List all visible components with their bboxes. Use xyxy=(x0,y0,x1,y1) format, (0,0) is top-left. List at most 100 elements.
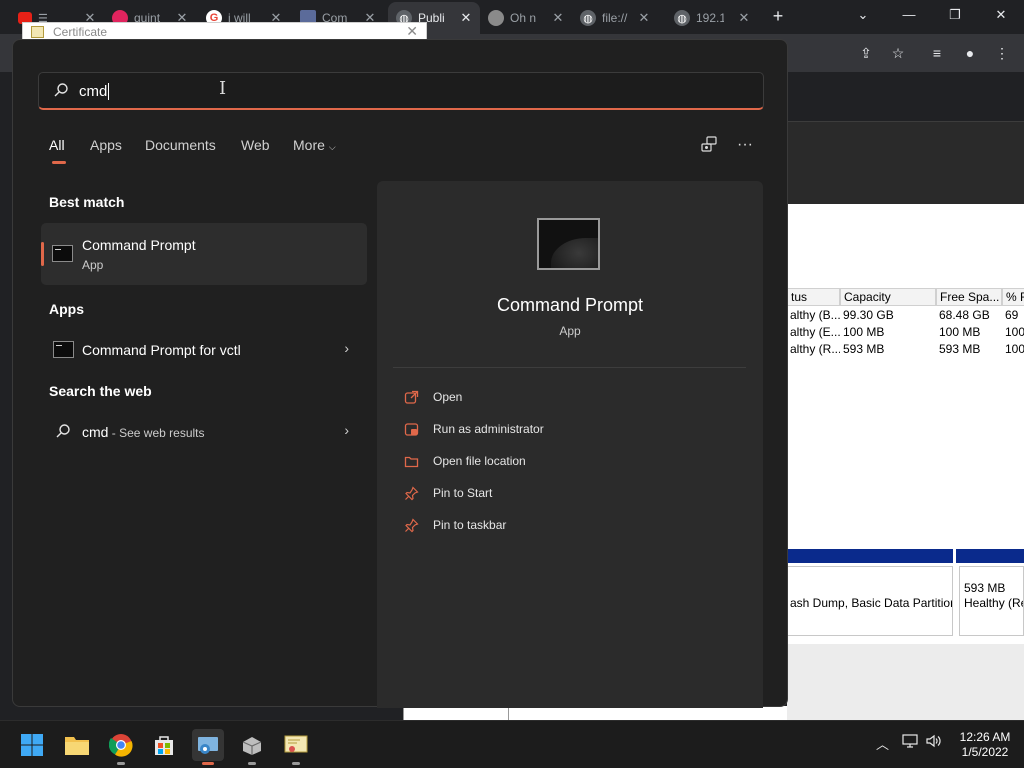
web-result-text: cmd - See web results xyxy=(82,424,205,440)
action-label: Open xyxy=(433,390,463,404)
search-text: cmd xyxy=(79,83,108,100)
kebab-menu-icon[interactable]: ⋮ xyxy=(993,44,1011,62)
restore-icon[interactable]: ❐ xyxy=(940,4,970,26)
preview-pane: Command Prompt App Open Run as administr… xyxy=(377,181,763,708)
start-icon[interactable] xyxy=(16,729,48,761)
command-prompt-icon xyxy=(52,245,73,262)
volume-table-header: tus Capacity Free Spa... % F xyxy=(787,288,1024,306)
volume-icon[interactable] xyxy=(926,734,942,751)
open-external-icon xyxy=(403,389,419,405)
best-match-heading: Best match xyxy=(49,194,125,210)
table-cell: althy (E... xyxy=(790,325,840,339)
chevron-right-icon[interactable]: › xyxy=(344,340,349,356)
vmware-icon[interactable] xyxy=(236,729,268,765)
close-tab-icon[interactable]: ✕ xyxy=(636,10,652,26)
filter-tab-apps[interactable]: Apps xyxy=(90,137,122,153)
close-window-icon[interactable]: ✕ xyxy=(986,4,1016,26)
tab-search-chevron-icon[interactable]: ⌄ xyxy=(848,4,878,26)
shield-admin-icon xyxy=(403,421,419,437)
run-as-admin-action[interactable]: Run as administrator xyxy=(403,418,544,440)
preview-title: Command Prompt xyxy=(496,295,644,315)
table-cell: 100 MB xyxy=(939,325,981,339)
tab-label: Oh n xyxy=(510,11,537,25)
page-dark-area xyxy=(787,122,1024,204)
chevron-up-icon[interactable]: ︿ xyxy=(876,734,889,753)
table-cell: 68.48 GB xyxy=(939,308,990,322)
table-cell: 100 xyxy=(1005,342,1024,356)
minimize-icon[interactable]: — xyxy=(894,4,924,26)
partition-block[interactable]: ash Dump, Basic Data Partitior xyxy=(787,566,953,636)
active-indicator xyxy=(202,762,214,765)
browser-tab[interactable]: ◍ 192.1 ✕ xyxy=(674,4,752,32)
file-explorer-icon[interactable] xyxy=(61,729,93,761)
pin-icon xyxy=(403,485,419,501)
column-header[interactable]: Free Spa... xyxy=(936,288,1002,306)
filter-tab-more[interactable]: More ⌵ xyxy=(293,137,336,153)
close-tab-icon[interactable]: ✕ xyxy=(550,10,566,26)
globe-icon: ◍ xyxy=(580,10,596,26)
profile-avatar-icon[interactable]: ● xyxy=(961,44,979,62)
best-match-item[interactable]: Command Prompt App xyxy=(41,223,367,285)
selection-accent xyxy=(41,242,44,266)
chevron-right-icon[interactable]: › xyxy=(344,422,349,438)
running-indicator xyxy=(292,762,300,765)
partition-size: 593 MB xyxy=(964,581,1006,595)
search-input[interactable]: cmd I xyxy=(38,72,764,110)
account-switch-icon[interactable] xyxy=(699,135,719,155)
command-prompt-icon xyxy=(53,341,74,358)
share-icon[interactable]: ⇪ xyxy=(857,44,875,62)
preview-divider xyxy=(393,367,746,368)
remote-desktop-icon[interactable] xyxy=(192,729,224,765)
new-tab-plus-icon[interactable]: + xyxy=(768,6,788,27)
tab-label: file:// xyxy=(602,11,628,25)
table-cell: 99.30 GB xyxy=(843,308,894,322)
search-icon xyxy=(56,424,70,438)
table-row[interactable]: althy (R... 593 MB 593 MB 100 xyxy=(787,341,1024,358)
filter-tab-all[interactable]: All xyxy=(49,137,65,153)
column-header[interactable]: % F xyxy=(1002,288,1024,306)
store-icon[interactable] xyxy=(148,729,180,761)
filter-tab-web[interactable]: Web xyxy=(241,137,270,153)
pin-icon xyxy=(403,517,419,533)
app-result-item[interactable]: Command Prompt for vctl › xyxy=(41,332,367,368)
taskbar: ︿ 12:26 AM 1/5/2022 xyxy=(0,720,1024,768)
column-header[interactable]: Capacity xyxy=(840,288,936,306)
close-icon[interactable]: ✕ xyxy=(406,23,418,40)
partition-status: Healthy (Re xyxy=(964,596,1024,610)
partition-block[interactable]: 593 MB Healthy (Re xyxy=(959,566,1024,636)
media-queue-icon[interactable]: ≡ xyxy=(928,44,946,62)
clock-date: 1/5/2022 xyxy=(961,745,1009,759)
running-indicator xyxy=(117,762,125,765)
close-tab-icon[interactable]: ✕ xyxy=(458,10,474,26)
web-query: cmd xyxy=(82,424,109,440)
web-result-item[interactable]: cmd - See web results › xyxy=(41,414,367,450)
column-header[interactable]: tus xyxy=(787,288,840,306)
certificate-icon xyxy=(31,26,44,38)
table-row[interactable]: althy (E... 100 MB 100 MB 100 xyxy=(787,324,1024,341)
open-action[interactable]: Open xyxy=(403,386,462,408)
certificate-window-titlebar[interactable]: Certificate ✕ xyxy=(22,22,427,40)
system-clock[interactable]: 12:26 AM 1/5/2022 xyxy=(950,730,1020,760)
action-label: Open file location xyxy=(433,454,526,468)
bookmark-star-icon[interactable]: ☆ xyxy=(889,44,907,62)
running-indicator xyxy=(248,762,256,765)
network-icon[interactable] xyxy=(902,734,918,751)
open-file-location-action[interactable]: Open file location xyxy=(403,450,526,472)
browser-tab[interactable]: Oh n ✕ xyxy=(488,4,566,32)
pin-to-taskbar-action[interactable]: Pin to taskbar xyxy=(403,514,506,536)
apps-heading: Apps xyxy=(49,301,84,317)
pin-to-start-action[interactable]: Pin to Start xyxy=(403,482,492,504)
disk-pane-footer xyxy=(787,644,1024,720)
chevron-down-icon: ⌵ xyxy=(328,142,336,152)
chrome-icon[interactable] xyxy=(105,729,137,765)
mouse-ibeam-cursor-icon: I xyxy=(219,78,227,99)
more-options-icon[interactable]: ··· xyxy=(735,135,755,155)
certificate-icon[interactable] xyxy=(280,729,312,765)
filter-tab-documents[interactable]: Documents xyxy=(145,137,216,153)
certificate-title: Certificate xyxy=(53,25,108,39)
search-icon xyxy=(54,83,68,97)
browser-tab[interactable]: ◍ file:// ✕ xyxy=(580,4,652,32)
table-row[interactable]: althy (B... 99.30 GB 68.48 GB 69 xyxy=(787,307,1024,324)
folder-icon xyxy=(403,453,419,469)
close-tab-icon[interactable]: ✕ xyxy=(736,10,752,26)
